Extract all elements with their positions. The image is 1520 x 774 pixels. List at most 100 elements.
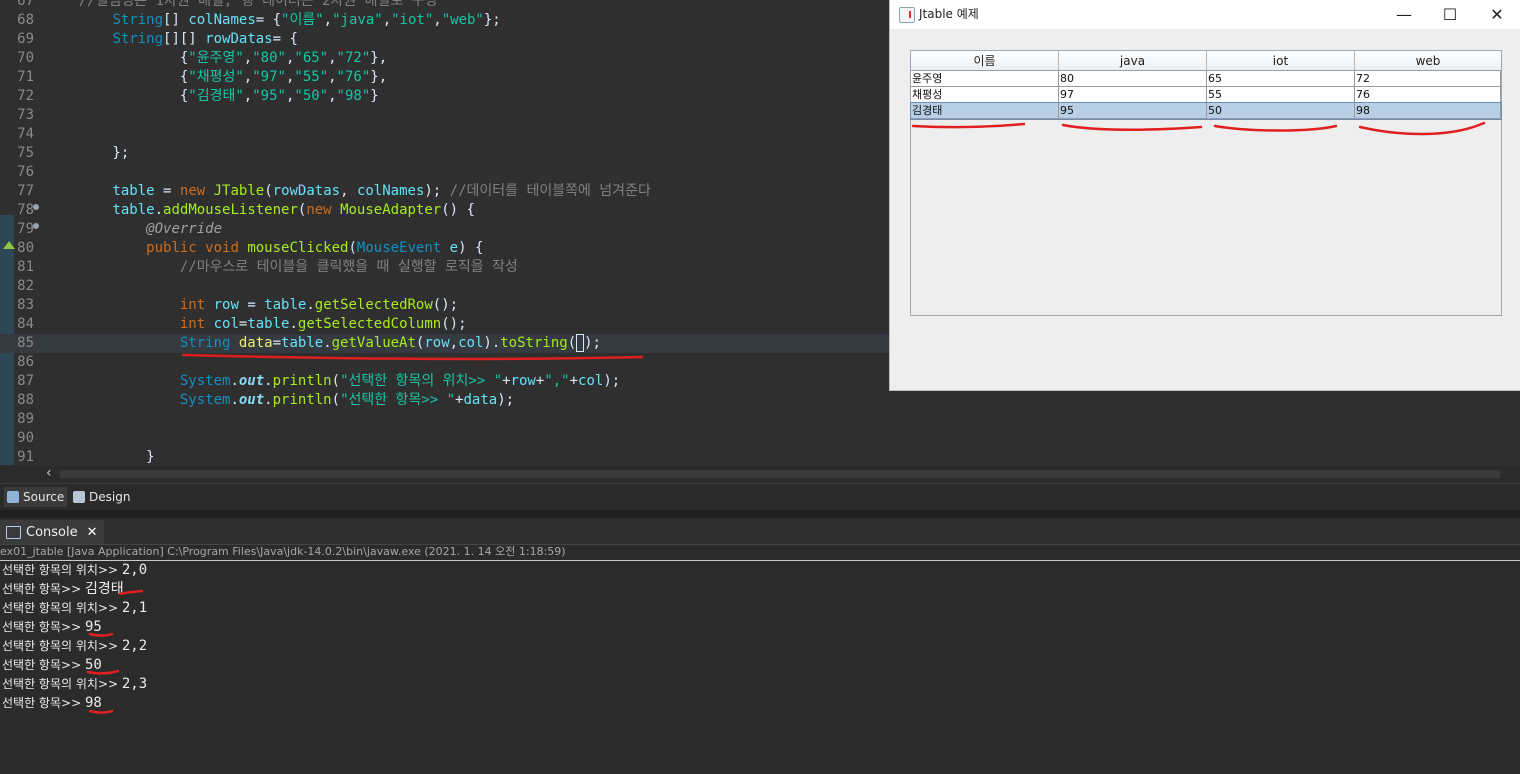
- code-text[interactable]: {"채평성","97","55","76"},: [45, 68, 387, 87]
- table-row-selected[interactable]: 김경태 95 50 98: [910, 102, 1502, 120]
- tab-source[interactable]: Source: [4, 487, 68, 507]
- table-cell[interactable]: 98: [1355, 103, 1501, 119]
- code-line[interactable]: 88 System.out.println("선택한 항목>> "+data);: [0, 391, 1520, 410]
- minimize-button[interactable]: —: [1381, 0, 1427, 29]
- close-button[interactable]: ✕: [1474, 0, 1520, 29]
- line-number: 88: [17, 392, 34, 408]
- table-cell[interactable]: 97: [1059, 87, 1207, 103]
- table-cell[interactable]: 95: [1059, 103, 1207, 119]
- code-text[interactable]: {"윤주영","80","65","72"},: [45, 49, 387, 68]
- table-cell[interactable]: 김경태: [911, 103, 1059, 119]
- console-line: 선택한 항목의 위치>> 2,2: [2, 638, 148, 654]
- line-number: 79: [17, 221, 34, 237]
- console-line: 선택한 항목의 위치>> 2,3: [2, 676, 148, 692]
- code-text[interactable]: public void mouseClicked(MouseEvent e) {: [45, 239, 483, 258]
- code-line[interactable]: 91 }: [0, 448, 1520, 466]
- line-number: 90: [17, 430, 34, 446]
- code-text[interactable]: int col=table.getSelectedColumn();: [45, 315, 467, 334]
- source-icon: [7, 491, 19, 503]
- code-text[interactable]: //컬럼명은 1차원 배열, 행 데이터는 2차원 배열로 구성: [45, 0, 438, 11]
- table-row[interactable]: 채평성 97 55 76: [911, 87, 1501, 103]
- table-cell[interactable]: 채평성: [911, 87, 1059, 103]
- console-line: 선택한 항목의 위치>> 2,1: [2, 600, 148, 616]
- console-line: 선택한 항목>> 98: [2, 695, 102, 711]
- line-number: 68: [17, 12, 34, 28]
- code-text[interactable]: //마우스로 테이블을 클릭했을 때 실행할 로직을 작성: [45, 258, 518, 277]
- code-line[interactable]: 89: [0, 410, 1520, 429]
- line-number: 81: [17, 259, 34, 275]
- console-tabbar: Console ✕: [0, 518, 1520, 545]
- line-number: 76: [17, 164, 34, 180]
- code-text[interactable]: }: [45, 448, 154, 466]
- column-header-web[interactable]: web: [1355, 51, 1501, 71]
- line-number: 89: [17, 411, 34, 427]
- editor-horizontal-scrollbar[interactable]: ‹: [0, 465, 1520, 482]
- scroll-track[interactable]: [60, 470, 1500, 478]
- line-number: 82: [17, 278, 34, 294]
- line-number: 67: [17, 0, 34, 9]
- tab-console[interactable]: Console ✕: [0, 518, 104, 544]
- code-text[interactable]: table = new JTable(rowDatas, colNames); …: [45, 182, 650, 201]
- maximize-button[interactable]: ☐: [1427, 0, 1473, 29]
- console-launch-path: ex01_jtable [Java Application] C:\Progra…: [0, 544, 1520, 561]
- window-titlebar[interactable]: Jtable 예제 — ☐ ✕: [890, 0, 1520, 29]
- tab-design-label: Design: [89, 490, 131, 504]
- line-number: 87: [17, 373, 34, 389]
- column-header-java[interactable]: java: [1059, 51, 1207, 71]
- code-text[interactable]: {"김경태","95","50","98"}: [45, 87, 379, 106]
- tab-design[interactable]: Design: [70, 487, 133, 507]
- line-number: 72: [17, 88, 34, 104]
- line-number: 78: [17, 202, 34, 218]
- code-text[interactable]: table.addMouseListener(new MouseAdapter(…: [45, 201, 475, 220]
- line-number: 74: [17, 126, 34, 142]
- console-line: 선택한 항목>> 50: [2, 657, 102, 673]
- line-number: 86: [17, 354, 34, 370]
- line-number: 73: [17, 107, 34, 123]
- table-row[interactable]: 윤주영 80 65 72: [911, 71, 1501, 87]
- code-text[interactable]: @Override: [45, 220, 222, 239]
- console-output[interactable]: 선택한 항목의 위치>> 2,0 선택한 항목>> 김경태 선택한 항목의 위치…: [0, 561, 1520, 774]
- code-text[interactable]: System.out.println("선택한 항목>> "+data);: [45, 391, 514, 410]
- table-cell[interactable]: 72: [1355, 71, 1501, 87]
- jtable-window[interactable]: Jtable 예제 — ☐ ✕ 이름 java iot web 윤주영 80 6…: [890, 0, 1520, 390]
- code-text[interactable]: System.out.println("선택한 항목의 위치>> "+row+"…: [45, 372, 620, 391]
- tab-source-label: Source: [23, 490, 65, 504]
- line-number: 69: [17, 31, 34, 47]
- tab-console-label: Console: [26, 524, 78, 540]
- table-cell[interactable]: 윤주영: [911, 71, 1059, 87]
- code-text[interactable]: int row = table.getSelectedRow();: [45, 296, 458, 315]
- scroll-left-icon[interactable]: ‹: [46, 465, 52, 481]
- jtable[interactable]: 이름 java iot web 윤주영 80 65 72 채평성 97 55 7…: [910, 50, 1502, 316]
- override-indicator-icon: [3, 241, 15, 249]
- code-line[interactable]: 90: [0, 429, 1520, 448]
- line-number: 77: [17, 183, 34, 199]
- java-app-icon: [899, 7, 915, 23]
- table-cell[interactable]: 50: [1207, 103, 1355, 119]
- table-cell[interactable]: 55: [1207, 87, 1355, 103]
- line-number: 75: [17, 145, 34, 161]
- line-number: 85: [17, 335, 34, 351]
- console-line: 선택한 항목>> 95: [2, 619, 102, 635]
- close-icon[interactable]: ✕: [87, 525, 98, 540]
- column-header-name[interactable]: 이름: [911, 51, 1059, 71]
- code-text[interactable]: String data=table.getValueAt(row,col).to…: [45, 334, 601, 353]
- column-header-iot[interactable]: iot: [1207, 51, 1355, 71]
- window-title: Jtable 예제: [919, 7, 979, 21]
- table-cell[interactable]: 76: [1355, 87, 1501, 103]
- code-text[interactable]: String[] colNames= {"이름","java","iot","w…: [45, 11, 500, 30]
- table-cell[interactable]: 80: [1059, 71, 1207, 87]
- design-icon: [73, 491, 85, 503]
- table-cell[interactable]: 65: [1207, 71, 1355, 87]
- fold-marker-78[interactable]: [33, 204, 39, 210]
- line-number: 70: [17, 50, 34, 66]
- console-icon: [6, 525, 21, 539]
- line-number: 71: [17, 69, 34, 85]
- editor-mode-tabs: Source Design: [0, 483, 1520, 510]
- line-number: 84: [17, 316, 34, 332]
- code-text[interactable]: String[][] rowDatas= {: [45, 30, 297, 49]
- code-text[interactable]: };: [45, 144, 129, 163]
- panel-divider[interactable]: [0, 510, 1520, 518]
- fold-marker-79[interactable]: [33, 223, 39, 229]
- line-number: 83: [17, 297, 34, 313]
- line-number: 91: [17, 449, 34, 465]
